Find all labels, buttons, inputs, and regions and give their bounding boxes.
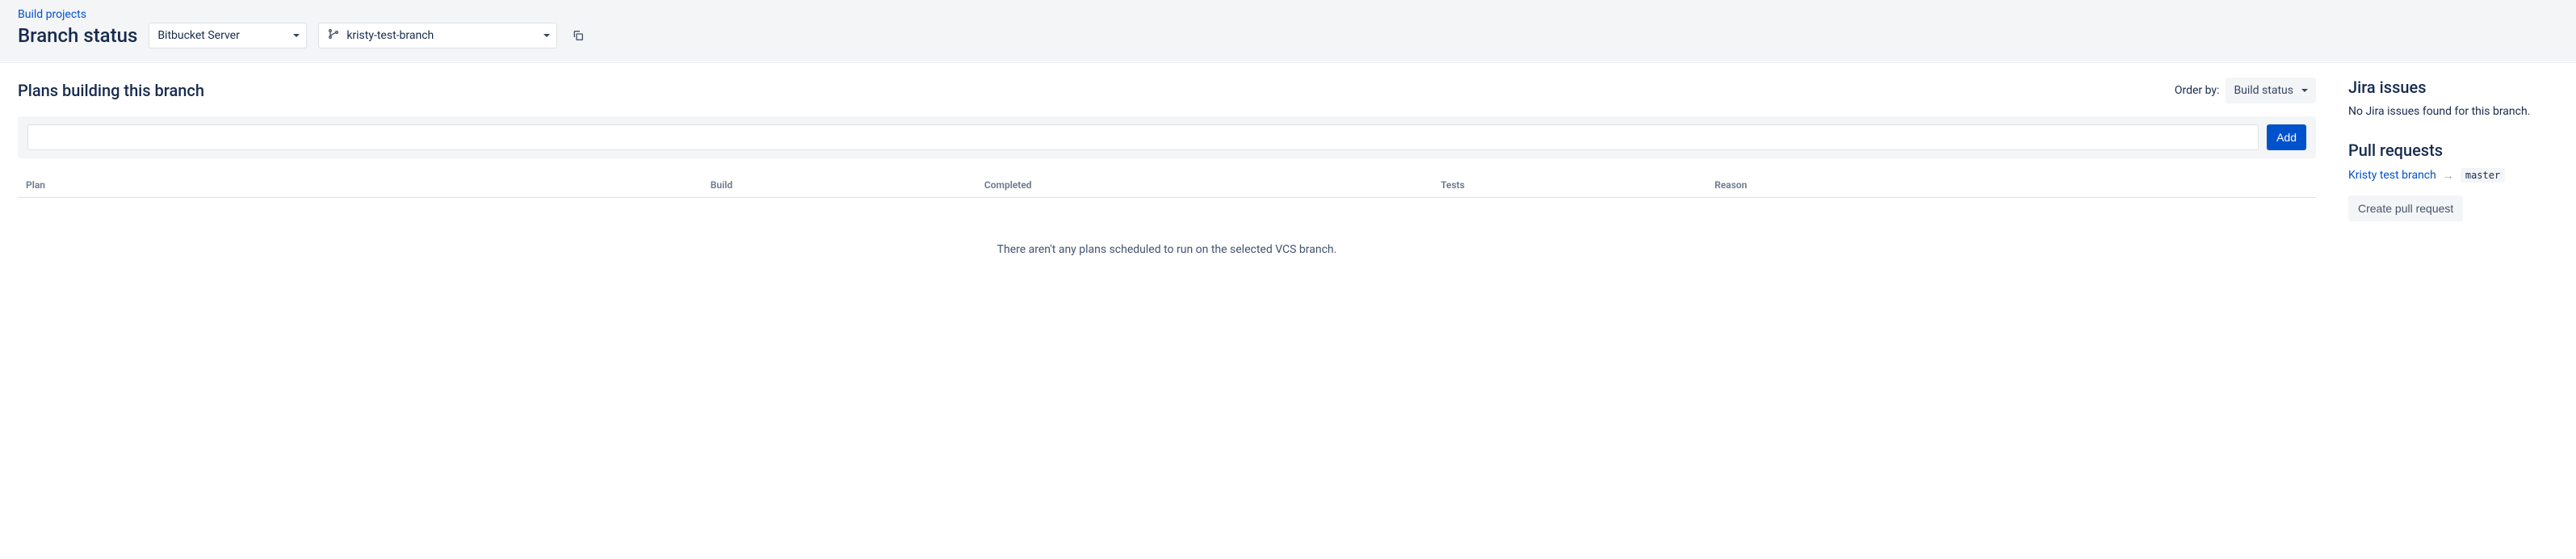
branch-icon	[327, 27, 340, 44]
jira-empty-text: No Jira issues found for this branch.	[2348, 105, 2558, 118]
plans-table-header: Plan Build Completed Tests Reason	[18, 173, 2316, 198]
title-row: Branch status Bitbucket Server kristy-te…	[18, 23, 2558, 48]
column-header-completed: Completed	[984, 179, 1441, 191]
main-column: Plans building this branch Order by: Bui…	[18, 78, 2316, 301]
repository-selector-value: Bitbucket Server	[157, 29, 240, 42]
column-header-plan: Plan	[26, 179, 711, 191]
pr-source-link[interactable]: Kristy test branch	[2348, 169, 2436, 182]
order-by-select[interactable]: Build status	[2226, 78, 2316, 103]
page-header: Build projects Branch status Bitbucket S…	[0, 0, 2576, 62]
sidebar: Jira issues No Jira issues found for thi…	[2348, 78, 2558, 301]
order-by-control: Order by: Build status	[2175, 78, 2316, 103]
add-plan-input[interactable]	[27, 124, 2259, 150]
chevron-down-icon	[293, 34, 300, 37]
pr-target-branch: master	[2461, 168, 2505, 183]
branch-selector[interactable]: kristy-test-branch	[318, 23, 557, 48]
content-area: Plans building this branch Order by: Bui…	[0, 62, 2576, 316]
arrow-right-icon: →	[2443, 169, 2454, 183]
add-plan-panel: Add	[18, 116, 2316, 158]
pull-request-item: Kristy test branch → master	[2348, 168, 2558, 183]
column-header-reason: Reason	[1714, 179, 2308, 191]
create-pull-request-button[interactable]: Create pull request	[2348, 195, 2463, 221]
order-by-value: Build status	[2234, 84, 2293, 97]
plans-heading-row: Plans building this branch Order by: Bui…	[18, 78, 2316, 103]
column-header-build: Build	[711, 179, 984, 191]
chevron-down-icon	[543, 34, 550, 37]
repository-selector[interactable]: Bitbucket Server	[149, 23, 307, 48]
pull-requests-heading: Pull requests	[2348, 141, 2558, 160]
order-by-label: Order by:	[2175, 84, 2220, 97]
plans-heading: Plans building this branch	[18, 81, 204, 100]
empty-state-message: There aren't any plans scheduled to run …	[18, 198, 2316, 301]
copy-button[interactable]	[568, 26, 588, 45]
copy-icon	[572, 29, 585, 42]
breadcrumb-link[interactable]: Build projects	[18, 8, 86, 21]
chevron-down-icon	[2301, 89, 2308, 92]
column-header-tests: Tests	[1441, 179, 1714, 191]
add-plan-button[interactable]: Add	[2267, 124, 2306, 150]
jira-heading: Jira issues	[2348, 78, 2558, 97]
page-title: Branch status	[18, 24, 137, 47]
branch-selector-value: kristy-test-branch	[346, 29, 434, 42]
